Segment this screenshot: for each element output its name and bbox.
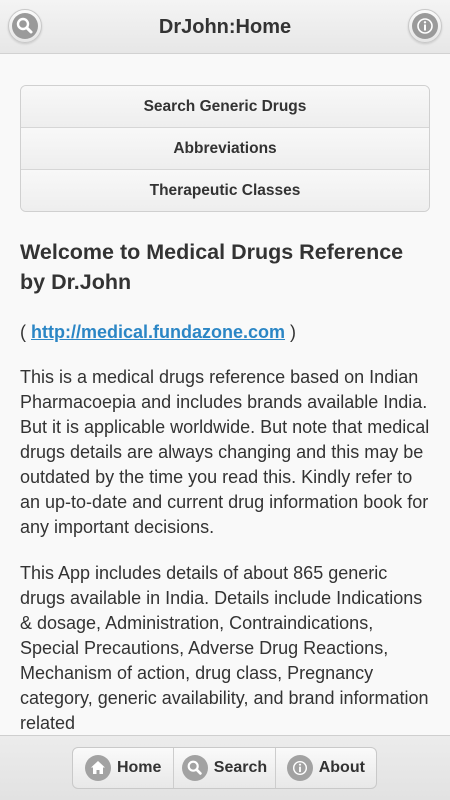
nav-home-button[interactable]: Home — [73, 748, 175, 788]
info-icon — [286, 755, 313, 781]
header-bar: DrJohn:Home — [0, 0, 450, 54]
main-menu: Search Generic Drugs Abbreviations Thera… — [20, 85, 430, 212]
link-open-paren: ( — [20, 322, 26, 342]
page-title: DrJohn:Home — [158, 16, 292, 38]
main-content: Search Generic Drugs Abbreviations Thera… — [20, 85, 430, 736]
nav-search-label: Search — [213, 759, 268, 776]
header-info-button[interactable] — [408, 9, 442, 43]
home-icon — [84, 755, 111, 781]
details-paragraph: This App includes details of about 865 g… — [20, 563, 429, 733]
menu-abbreviations[interactable]: Abbreviations — [21, 128, 429, 170]
footer-bar: Home Search About — [0, 735, 450, 800]
nav-search-button[interactable]: Search — [174, 748, 276, 788]
search-icon — [181, 755, 208, 781]
nav-about-button[interactable]: About — [276, 748, 376, 788]
link-close-paren: ) — [290, 322, 297, 342]
welcome-heading: Welcome to Medical Drugs Reference by Dr… — [20, 240, 404, 294]
bottom-navbar: Home Search About — [72, 747, 377, 789]
nav-about-label: About — [318, 759, 365, 776]
menu-therapeutic-classes[interactable]: Therapeutic Classes — [21, 170, 429, 211]
menu-search-generic-drugs[interactable]: Search Generic Drugs — [21, 86, 429, 128]
intro-paragraph: This is a medical drugs reference based … — [20, 367, 430, 537]
website-link[interactable]: http://medical.fundazone.com — [31, 322, 285, 342]
info-icon — [412, 13, 438, 39]
nav-home-label: Home — [116, 759, 162, 776]
website-link-line: ( http://medical.fundazone.com ) — [20, 320, 430, 344]
